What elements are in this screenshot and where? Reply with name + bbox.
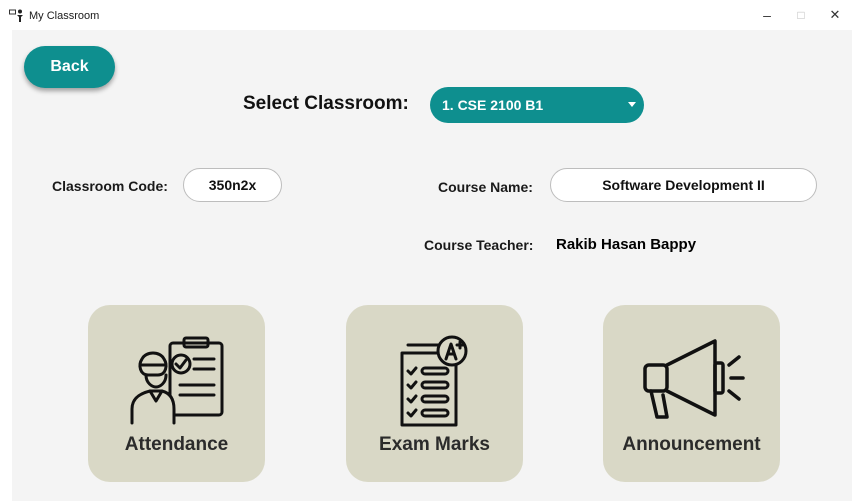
app-icon [9, 9, 23, 22]
classroom-code-label: Classroom Code: [52, 178, 168, 194]
megaphone-icon [643, 339, 745, 419]
dropdown-caret-icon [628, 102, 636, 107]
attendance-clipboard-icon [130, 336, 224, 425]
window-title: My Classroom [29, 10, 100, 22]
exam-marks-card[interactable]: Exam Marks [346, 305, 523, 482]
main-content: Back Select Classroom: 1. CSE 2100 B1 Cl… [12, 30, 852, 501]
exam-marks-checklist-icon [400, 335, 468, 427]
exam-marks-label: Exam Marks [379, 434, 490, 455]
course-teacher-value: Rakib Hasan Bappy [556, 236, 697, 253]
course-name-label: Course Name: [438, 179, 533, 195]
attendance-label: Attendance [124, 434, 229, 455]
classroom-select-value: 1. CSE 2100 B1 [442, 97, 544, 113]
back-button[interactable]: Back [24, 46, 115, 88]
classroom-code-field[interactable]: 350n2x [183, 168, 282, 202]
title-bar: My Classroom – □ ✕ [0, 0, 852, 30]
minimize-button[interactable]: – [750, 4, 784, 26]
maximize-button[interactable]: □ [784, 4, 818, 26]
classroom-code-value: 350n2x [208, 177, 257, 193]
app-window: My Classroom – □ ✕ Back Select Classroom… [0, 0, 852, 501]
course-teacher-label: Course Teacher: [424, 237, 534, 253]
classroom-select[interactable]: 1. CSE 2100 B1 [430, 87, 644, 123]
announcement-card[interactable]: Announcement [603, 305, 780, 482]
announcement-label: Announcement [622, 434, 761, 455]
course-name-field[interactable]: Software Development II [550, 168, 817, 202]
select-classroom-label: Select Classroom: [243, 93, 409, 114]
close-button[interactable]: ✕ [818, 4, 852, 26]
attendance-card[interactable]: Attendance [88, 305, 265, 482]
course-name-value: Software Development II [602, 177, 765, 193]
